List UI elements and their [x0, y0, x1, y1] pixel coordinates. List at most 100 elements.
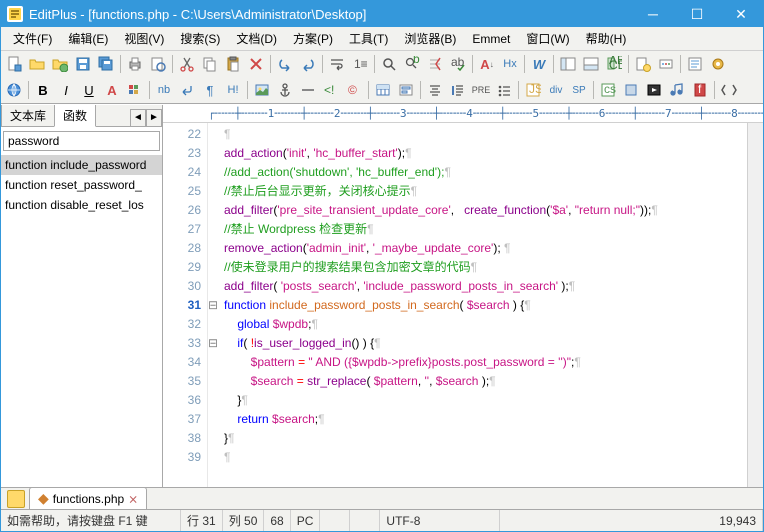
save-icon[interactable] [72, 53, 94, 75]
fold-gutter[interactable]: ⊟ ⊟ [208, 123, 220, 487]
blockquote-icon[interactable] [447, 79, 469, 101]
nonbreaking-icon[interactable]: nb [153, 79, 175, 101]
align-center-icon[interactable] [424, 79, 446, 101]
paste-icon[interactable] [222, 53, 244, 75]
directory-window-icon[interactable] [557, 53, 579, 75]
svg-text:©: © [348, 83, 357, 97]
audio-icon[interactable] [666, 79, 688, 101]
browser-icon[interactable] [3, 79, 25, 101]
word-wrap-icon[interactable] [326, 53, 348, 75]
div-icon[interactable]: div [545, 79, 567, 101]
image-icon[interactable] [251, 79, 273, 101]
open-remote-icon[interactable] [49, 53, 71, 75]
toolbars: 1≡ b ab A↓ Hx W ABCD B I U A nb ¶ H! [1, 51, 763, 104]
print-icon[interactable] [124, 53, 146, 75]
delete-icon[interactable] [245, 53, 267, 75]
output-window-icon[interactable] [580, 53, 602, 75]
find-icon[interactable] [378, 53, 400, 75]
menu-item[interactable]: 工具(T) [341, 27, 396, 50]
save-all-icon[interactable] [95, 53, 117, 75]
hex-view-icon[interactable]: Hx [499, 53, 521, 75]
menu-item[interactable]: 搜索(S) [172, 27, 228, 50]
document-tabs: ◆ functions.php ⨯ [1, 487, 763, 509]
paragraph-icon[interactable]: ¶ [199, 79, 221, 101]
cliptext-icon[interactable]: ABCD [603, 53, 625, 75]
syntax-settings-icon[interactable] [684, 53, 706, 75]
script-icon[interactable]: JS [522, 79, 544, 101]
code-editor[interactable]: ¶add_action('init', 'hc_buffer_start');¶… [220, 123, 747, 487]
preferences-icon[interactable] [655, 53, 677, 75]
line-break-icon[interactable] [176, 79, 198, 101]
function-list: function include_passwordfunction reset_… [1, 155, 162, 487]
replace-icon[interactable]: b [401, 53, 423, 75]
ruler: ┌╌╌╌┼╌╌╌╌1╌╌╌╌┼╌╌╌╌2╌╌╌╌┼╌╌╌╌3╌╌╌╌┼╌╌╌╌4… [163, 105, 763, 123]
status-encoding[interactable]: UTF-8 [380, 510, 500, 531]
object-icon[interactable] [620, 79, 642, 101]
menu-item[interactable]: 文件(F) [5, 27, 60, 50]
line-number-icon[interactable]: 1≡ [349, 53, 371, 75]
menu-item[interactable]: Emmet [464, 29, 518, 49]
minimize-button[interactable]: ─ [631, 1, 675, 27]
italic-icon[interactable]: I [55, 79, 77, 101]
settings-icon[interactable] [707, 53, 729, 75]
status-sel: 68 [264, 510, 290, 531]
font-color-icon[interactable]: A [101, 79, 123, 101]
toolbar-row-2: B I U A nb ¶ H! <! © PRE JS div SP css f [1, 77, 763, 103]
copy-icon[interactable] [199, 53, 221, 75]
bold-icon[interactable]: B [32, 79, 54, 101]
status-ovr [320, 510, 350, 531]
comment-icon[interactable]: <! [320, 79, 342, 101]
spellcheck-icon[interactable]: ab [447, 53, 469, 75]
sidebar-next-button[interactable]: ► [146, 109, 162, 126]
menu-item[interactable]: 文档(D) [228, 27, 285, 50]
form-icon[interactable] [395, 79, 417, 101]
function-list-item[interactable]: function include_password [1, 155, 162, 175]
redo-icon[interactable] [297, 53, 319, 75]
svg-text:css: css [604, 82, 616, 96]
sidebar-tab-functions[interactable]: 函数 [54, 104, 96, 127]
undo-icon[interactable] [274, 53, 296, 75]
char-entity-icon[interactable]: © [343, 79, 365, 101]
sidebar-tab-cliptext[interactable]: 文本库 [1, 104, 55, 126]
function-list-item[interactable]: function reset_password_ [1, 175, 162, 195]
html-toolbar-toggle-icon[interactable] [718, 79, 740, 101]
underline-icon[interactable]: U [78, 79, 100, 101]
font-size-icon[interactable]: A↓ [476, 53, 498, 75]
menu-item[interactable]: 窗口(W) [518, 27, 577, 50]
open-file-icon[interactable] [26, 53, 48, 75]
more-colors-icon[interactable] [124, 79, 146, 101]
goto-line-icon[interactable] [424, 53, 446, 75]
close-button[interactable]: ✕ [719, 1, 763, 27]
menu-item[interactable]: 编辑(E) [60, 27, 116, 50]
cut-icon[interactable] [176, 53, 198, 75]
flash-icon[interactable]: f [689, 79, 711, 101]
table-icon[interactable] [372, 79, 394, 101]
function-search-input[interactable] [3, 131, 160, 151]
menu-item[interactable]: 方案(P) [285, 27, 341, 50]
close-tab-icon[interactable]: ⨯ [128, 492, 138, 506]
anchor-icon[interactable] [274, 79, 296, 101]
svg-text:JS: JS [529, 82, 541, 96]
list-icon[interactable] [493, 79, 515, 101]
heading-icon[interactable]: H! [222, 79, 244, 101]
titlebar: EditPlus - [functions.php - C:\Users\Adm… [1, 1, 763, 27]
span-icon[interactable]: SP [568, 79, 590, 101]
menu-item[interactable]: 帮助(H) [578, 27, 635, 50]
menu-item[interactable]: 视图(V) [116, 27, 172, 50]
directory-indicator-icon[interactable] [7, 490, 25, 508]
new-file-icon[interactable] [3, 53, 25, 75]
sidebar-prev-button[interactable]: ◄ [130, 109, 146, 126]
browser-preview-icon[interactable]: W [528, 53, 550, 75]
document-tab[interactable]: ◆ functions.php ⨯ [29, 487, 147, 510]
maximize-button[interactable]: ☐ [675, 1, 719, 27]
vertical-scrollbar[interactable] [747, 123, 763, 487]
media-icon[interactable] [643, 79, 665, 101]
function-list-item[interactable]: function disable_reset_los [1, 195, 162, 215]
statusbar: 如需帮助，请按键盘 F1 键 行 31 列 50 68 PC UTF-8 19,… [1, 509, 763, 531]
menu-item[interactable]: 浏览器(B) [396, 27, 464, 50]
print-preview-icon[interactable] [147, 53, 169, 75]
pre-icon[interactable]: PRE [470, 79, 492, 101]
document-template-icon[interactable] [632, 53, 654, 75]
hr-icon[interactable] [297, 79, 319, 101]
style-icon[interactable]: css [597, 79, 619, 101]
